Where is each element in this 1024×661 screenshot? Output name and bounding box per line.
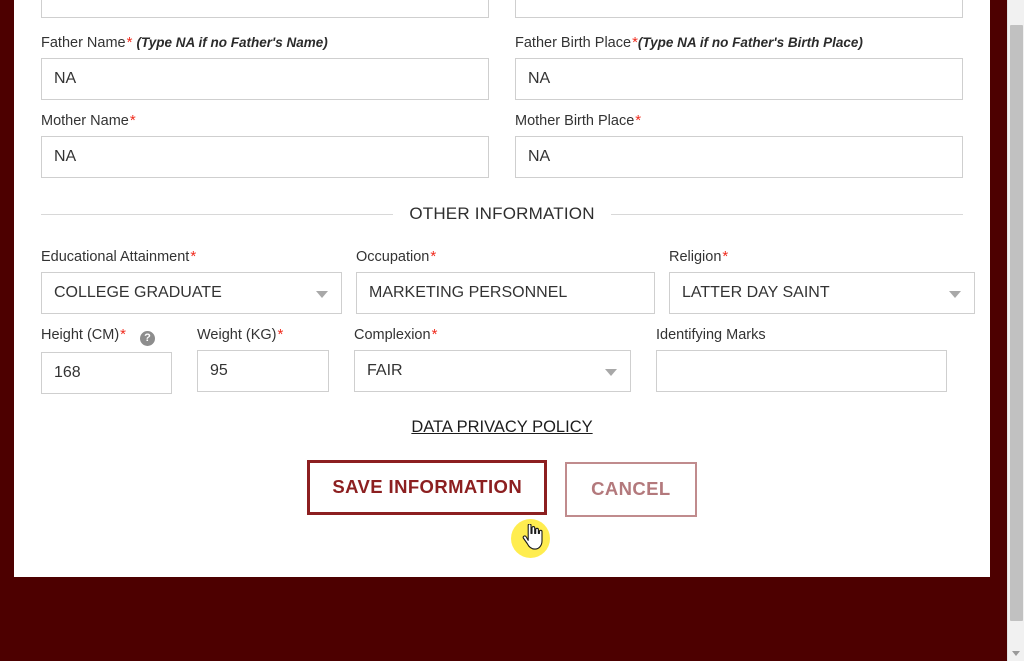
form-card-inner: Father Name* (Type NA if no Father's Nam… [14, 0, 990, 517]
weight-input[interactable] [197, 350, 329, 392]
hint-father-name: (Type NA if no Father's Name) [136, 35, 328, 50]
field-religion: Religion* [669, 248, 975, 314]
form-card: Father Name* (Type NA if no Father's Nam… [14, 0, 990, 577]
required-asterisk: * [126, 34, 133, 51]
privacy-policy-row: DATA PRIVACY POLICY [41, 418, 963, 437]
field-occupation: Occupation* [356, 248, 669, 314]
identifying-marks-input[interactable] [656, 350, 947, 392]
father-birth-place-input-box [515, 58, 963, 100]
height-input-box [41, 352, 172, 394]
other-information-title: OTHER INFORMATION [409, 204, 595, 223]
other-info-row-2: Height (CM)*? Weight (KG)* [41, 326, 963, 394]
weight-input-box [197, 350, 329, 392]
clipped-input-left[interactable] [41, 0, 489, 18]
hint-father-birth-place: (Type NA if no Father's Birth Place) [637, 35, 863, 50]
field-identifying-marks: Identifying Marks [656, 326, 947, 394]
label-complexion-text: Complexion [354, 327, 431, 343]
father-birth-place-input[interactable] [515, 58, 963, 100]
label-father-name-text: Father Name [41, 35, 126, 51]
clipped-input-right-box [515, 0, 963, 18]
label-identifying-marks-text: Identifying Marks [656, 327, 766, 343]
label-complexion: Complexion* [354, 326, 631, 344]
label-father-name: Father Name* (Type NA if no Father's Nam… [41, 34, 489, 52]
vertical-scrollbar[interactable] [1007, 0, 1024, 661]
mother-name-input[interactable] [41, 136, 489, 178]
complexion-select[interactable] [354, 350, 631, 392]
mother-birth-place-input-box [515, 136, 963, 178]
field-educational-attainment: Educational Attainment* [41, 248, 356, 314]
form-actions: SAVE INFORMATION CANCEL [41, 460, 963, 517]
complexion-select-box [354, 350, 631, 392]
mother-birth-place-input[interactable] [515, 136, 963, 178]
height-input[interactable] [41, 352, 172, 394]
father-name-input[interactable] [41, 58, 489, 100]
label-height: Height (CM)*? [41, 326, 172, 346]
label-father-birth-place-text: Father Birth Place [515, 35, 632, 51]
parents-row-father: Father Name* (Type NA if no Father's Nam… [41, 34, 963, 100]
clipped-field-left [41, 0, 502, 18]
label-educational-attainment-text: Educational Attainment [41, 249, 190, 265]
required-asterisk: * [120, 326, 126, 343]
parents-row-mother: Mother Name* Mother Birth Place* [41, 112, 963, 178]
clipped-input-left-box [41, 0, 489, 18]
label-mother-birth-place-text: Mother Birth Place [515, 113, 635, 129]
mother-name-input-box [41, 136, 489, 178]
required-asterisk: * [129, 112, 136, 129]
other-information-divider: OTHER INFORMATION [41, 204, 964, 224]
save-information-button[interactable]: SAVE INFORMATION [307, 460, 548, 515]
divider-line-right [610, 213, 964, 215]
cancel-button[interactable]: CANCEL [565, 462, 697, 517]
other-info-row-1: Educational Attainment* Occupation* [41, 248, 975, 314]
label-religion-text: Religion [669, 249, 722, 265]
required-asterisk: * [431, 326, 438, 343]
label-mother-name: Mother Name* [41, 112, 489, 130]
required-asterisk: * [190, 248, 197, 265]
label-religion: Religion* [669, 248, 975, 266]
religion-select-box [669, 272, 975, 314]
field-complexion: Complexion* [354, 326, 656, 394]
label-occupation-text: Occupation [356, 249, 430, 265]
field-father-name: Father Name* (Type NA if no Father's Nam… [41, 34, 502, 100]
label-weight-text: Weight (KG) [197, 327, 277, 343]
label-father-birth-place: Father Birth Place*(Type NA if no Father… [515, 34, 963, 52]
field-height: Height (CM)*? [41, 326, 197, 394]
label-educational-attainment: Educational Attainment* [41, 248, 342, 266]
clipped-input-right[interactable] [515, 0, 963, 18]
required-asterisk: * [635, 112, 642, 129]
label-height-text: Height (CM) [41, 327, 120, 343]
clipped-field-right [502, 0, 963, 18]
label-identifying-marks: Identifying Marks [656, 326, 947, 344]
field-mother-name: Mother Name* [41, 112, 502, 178]
scrollbar-thumb[interactable] [1010, 25, 1023, 621]
required-asterisk: * [722, 248, 729, 265]
clipped-field-row [41, 0, 963, 18]
field-mother-birth-place: Mother Birth Place* [502, 112, 963, 178]
required-asterisk: * [430, 248, 437, 265]
identifying-marks-input-box [656, 350, 947, 392]
label-mother-birth-place: Mother Birth Place* [515, 112, 963, 130]
required-asterisk: * [277, 326, 284, 343]
educational-attainment-select-box [41, 272, 342, 314]
chevron-down-icon [1012, 651, 1020, 656]
label-occupation: Occupation* [356, 248, 655, 266]
scrollbar-down-arrow-button[interactable] [1008, 644, 1024, 661]
field-father-birth-place: Father Birth Place*(Type NA if no Father… [502, 34, 963, 100]
required-asterisk: * [632, 34, 638, 51]
label-weight: Weight (KG)* [197, 326, 329, 344]
religion-select[interactable] [669, 272, 975, 314]
educational-attainment-select[interactable] [41, 272, 342, 314]
data-privacy-policy-link[interactable]: DATA PRIVACY POLICY [411, 418, 592, 436]
father-name-input-box [41, 58, 489, 100]
question-mark-icon[interactable]: ? [140, 331, 155, 346]
label-mother-name-text: Mother Name [41, 113, 129, 129]
browser-viewport: Father Name* (Type NA if no Father's Nam… [0, 0, 1024, 661]
occupation-input[interactable] [356, 272, 655, 314]
divider-line-left [41, 213, 394, 215]
field-weight: Weight (KG)* [197, 326, 354, 394]
occupation-input-box [356, 272, 655, 314]
